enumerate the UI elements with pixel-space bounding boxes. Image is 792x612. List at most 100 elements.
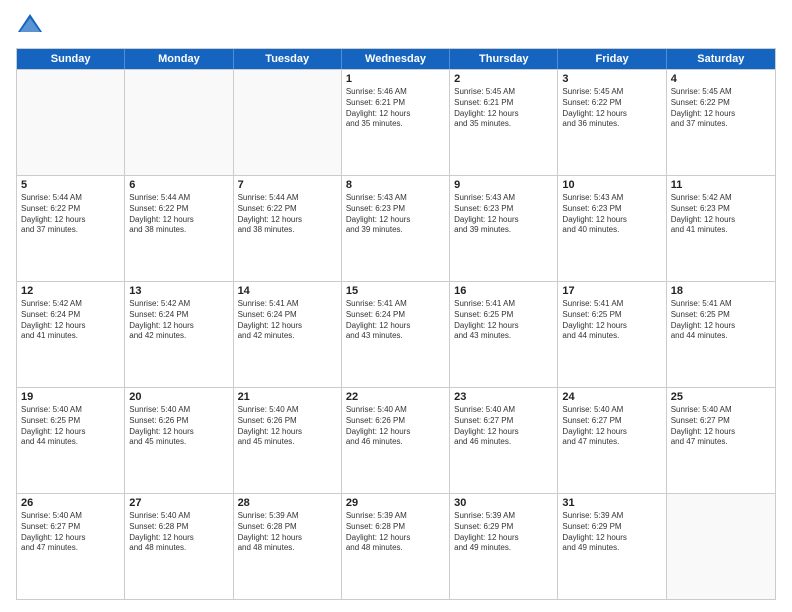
- cell-daylight-info: Sunrise: 5:40 AM Sunset: 6:27 PM Dayligh…: [562, 405, 661, 448]
- empty-cell: [17, 70, 125, 175]
- cell-daylight-info: Sunrise: 5:40 AM Sunset: 6:28 PM Dayligh…: [129, 511, 228, 554]
- cell-daylight-info: Sunrise: 5:44 AM Sunset: 6:22 PM Dayligh…: [21, 193, 120, 236]
- day-number: 24: [562, 391, 661, 403]
- day-cell-30: 30 Sunrise: 5:39 AM Sunset: 6:29 PM Dayli…: [450, 494, 558, 599]
- day-number: 19: [21, 391, 120, 403]
- day-number: 31: [562, 497, 661, 509]
- day-cell-8: 8 Sunrise: 5:43 AM Sunset: 6:23 PM Daylig…: [342, 176, 450, 281]
- day-cell-12: 12 Sunrise: 5:42 AM Sunset: 6:24 PM Dayli…: [17, 282, 125, 387]
- cell-daylight-info: Sunrise: 5:41 AM Sunset: 6:25 PM Dayligh…: [454, 299, 553, 342]
- day-cell-20: 20 Sunrise: 5:40 AM Sunset: 6:26 PM Dayli…: [125, 388, 233, 493]
- calendar-row-3: 19 Sunrise: 5:40 AM Sunset: 6:25 PM Dayli…: [17, 387, 775, 493]
- calendar-row-4: 26 Sunrise: 5:40 AM Sunset: 6:27 PM Dayli…: [17, 493, 775, 599]
- day-number: 23: [454, 391, 553, 403]
- cell-daylight-info: Sunrise: 5:41 AM Sunset: 6:24 PM Dayligh…: [238, 299, 337, 342]
- day-cell-31: 31Sunrise: 5:39 AM Sunset: 6:29 PM Dayli…: [558, 494, 666, 599]
- cell-daylight-info: Sunrise: 5:40 AM Sunset: 6:26 PM Dayligh…: [238, 405, 337, 448]
- page: SundayMondayTuesdayWednesdayThursdayFrid…: [0, 0, 792, 612]
- day-cell-22: 22 Sunrise: 5:40 AM Sunset: 6:26 PM Dayli…: [342, 388, 450, 493]
- cell-daylight-info: Sunrise: 5:43 AM Sunset: 6:23 PM Dayligh…: [562, 193, 661, 236]
- day-number: 6: [129, 179, 228, 191]
- day-cell-18: 18Sunrise: 5:41 AM Sunset: 6:25 PM Dayli…: [667, 282, 775, 387]
- day-cell-1: 1 Sunrise: 5:46 AM Sunset: 6:21 PM Daylig…: [342, 70, 450, 175]
- weekday-header-tuesday: Tuesday: [234, 49, 342, 69]
- cell-daylight-info: Sunrise: 5:41 AM Sunset: 6:25 PM Dayligh…: [562, 299, 661, 342]
- day-cell-29: 29Sunrise: 5:39 AM Sunset: 6:28 PM Dayli…: [342, 494, 450, 599]
- calendar-row-2: 12 Sunrise: 5:42 AM Sunset: 6:24 PM Dayli…: [17, 281, 775, 387]
- cell-daylight-info: Sunrise: 5:40 AM Sunset: 6:27 PM Dayligh…: [21, 511, 120, 554]
- day-cell-9: 9Sunrise: 5:43 AM Sunset: 6:23 PM Daylig…: [450, 176, 558, 281]
- day-number: 28: [238, 497, 337, 509]
- day-number: 16: [454, 285, 553, 297]
- day-number: 13: [129, 285, 228, 297]
- day-cell-21: 21 Sunrise: 5:40 AM Sunset: 6:26 PM Dayli…: [234, 388, 342, 493]
- day-cell-10: 10 Sunrise: 5:43 AM Sunset: 6:23 PM Dayli…: [558, 176, 666, 281]
- cell-daylight-info: Sunrise: 5:45 AM Sunset: 6:22 PM Dayligh…: [671, 87, 771, 130]
- day-cell-16: 16 Sunrise: 5:41 AM Sunset: 6:25 PM Dayli…: [450, 282, 558, 387]
- day-cell-17: 17 Sunrise: 5:41 AM Sunset: 6:25 PM Dayli…: [558, 282, 666, 387]
- cell-daylight-info: Sunrise: 5:43 AM Sunset: 6:23 PM Dayligh…: [346, 193, 445, 236]
- day-number: 18: [671, 285, 771, 297]
- day-cell-24: 24 Sunrise: 5:40 AM Sunset: 6:27 PM Dayli…: [558, 388, 666, 493]
- calendar-row-0: 1 Sunrise: 5:46 AM Sunset: 6:21 PM Daylig…: [17, 69, 775, 175]
- cell-daylight-info: Sunrise: 5:42 AM Sunset: 6:24 PM Dayligh…: [21, 299, 120, 342]
- day-cell-28: 28 Sunrise: 5:39 AM Sunset: 6:28 PM Dayli…: [234, 494, 342, 599]
- cell-daylight-info: Sunrise: 5:41 AM Sunset: 6:24 PM Dayligh…: [346, 299, 445, 342]
- weekday-header-saturday: Saturday: [667, 49, 775, 69]
- weekday-header-wednesday: Wednesday: [342, 49, 450, 69]
- day-number: 27: [129, 497, 228, 509]
- empty-cell: [667, 494, 775, 599]
- day-number: 22: [346, 391, 445, 403]
- day-cell-11: 11 Sunrise: 5:42 AM Sunset: 6:23 PM Dayli…: [667, 176, 775, 281]
- empty-cell: [234, 70, 342, 175]
- day-cell-2: 2 Sunrise: 5:45 AM Sunset: 6:21 PM Daylig…: [450, 70, 558, 175]
- day-number: 12: [21, 285, 120, 297]
- cell-daylight-info: Sunrise: 5:40 AM Sunset: 6:27 PM Dayligh…: [671, 405, 771, 448]
- calendar-header: SundayMondayTuesdayWednesdayThursdayFrid…: [17, 49, 775, 69]
- day-number: 26: [21, 497, 120, 509]
- cell-daylight-info: Sunrise: 5:45 AM Sunset: 6:21 PM Dayligh…: [454, 87, 553, 130]
- cell-daylight-info: Sunrise: 5:45 AM Sunset: 6:22 PM Dayligh…: [562, 87, 661, 130]
- day-cell-4: 4 Sunrise: 5:45 AM Sunset: 6:22 PM Daylig…: [667, 70, 775, 175]
- day-number: 8: [346, 179, 445, 191]
- day-cell-13: 13 Sunrise: 5:42 AM Sunset: 6:24 PM Dayli…: [125, 282, 233, 387]
- day-number: 5: [21, 179, 120, 191]
- logo-icon: [16, 12, 44, 40]
- day-number: 21: [238, 391, 337, 403]
- header: [16, 12, 776, 40]
- cell-daylight-info: Sunrise: 5:42 AM Sunset: 6:24 PM Dayligh…: [129, 299, 228, 342]
- day-number: 11: [671, 179, 771, 191]
- day-number: 1: [346, 73, 445, 85]
- empty-cell: [125, 70, 233, 175]
- day-cell-5: 5 Sunrise: 5:44 AM Sunset: 6:22 PM Daylig…: [17, 176, 125, 281]
- day-cell-23: 23Sunrise: 5:40 AM Sunset: 6:27 PM Dayli…: [450, 388, 558, 493]
- cell-daylight-info: Sunrise: 5:40 AM Sunset: 6:25 PM Dayligh…: [21, 405, 120, 448]
- cell-daylight-info: Sunrise: 5:40 AM Sunset: 6:26 PM Dayligh…: [129, 405, 228, 448]
- cell-daylight-info: Sunrise: 5:43 AM Sunset: 6:23 PM Dayligh…: [454, 193, 553, 236]
- day-cell-26: 26 Sunrise: 5:40 AM Sunset: 6:27 PM Dayli…: [17, 494, 125, 599]
- day-number: 20: [129, 391, 228, 403]
- day-number: 2: [454, 73, 553, 85]
- day-number: 4: [671, 73, 771, 85]
- day-number: 30: [454, 497, 553, 509]
- day-number: 29: [346, 497, 445, 509]
- day-cell-25: 25Sunrise: 5:40 AM Sunset: 6:27 PM Dayli…: [667, 388, 775, 493]
- cell-daylight-info: Sunrise: 5:44 AM Sunset: 6:22 PM Dayligh…: [238, 193, 337, 236]
- day-cell-15: 15Sunrise: 5:41 AM Sunset: 6:24 PM Dayli…: [342, 282, 450, 387]
- day-number: 10: [562, 179, 661, 191]
- cell-daylight-info: Sunrise: 5:42 AM Sunset: 6:23 PM Dayligh…: [671, 193, 771, 236]
- calendar: SundayMondayTuesdayWednesdayThursdayFrid…: [16, 48, 776, 600]
- cell-daylight-info: Sunrise: 5:46 AM Sunset: 6:21 PM Dayligh…: [346, 87, 445, 130]
- cell-daylight-info: Sunrise: 5:44 AM Sunset: 6:22 PM Dayligh…: [129, 193, 228, 236]
- weekday-header-sunday: Sunday: [17, 49, 125, 69]
- weekday-header-friday: Friday: [558, 49, 666, 69]
- cell-daylight-info: Sunrise: 5:40 AM Sunset: 6:26 PM Dayligh…: [346, 405, 445, 448]
- weekday-header-monday: Monday: [125, 49, 233, 69]
- cell-daylight-info: Sunrise: 5:39 AM Sunset: 6:28 PM Dayligh…: [238, 511, 337, 554]
- day-cell-6: 6 Sunrise: 5:44 AM Sunset: 6:22 PM Daylig…: [125, 176, 233, 281]
- day-cell-3: 3Sunrise: 5:45 AM Sunset: 6:22 PM Daylig…: [558, 70, 666, 175]
- cell-daylight-info: Sunrise: 5:39 AM Sunset: 6:29 PM Dayligh…: [454, 511, 553, 554]
- day-number: 7: [238, 179, 337, 191]
- day-cell-27: 27 Sunrise: 5:40 AM Sunset: 6:28 PM Dayli…: [125, 494, 233, 599]
- day-number: 17: [562, 285, 661, 297]
